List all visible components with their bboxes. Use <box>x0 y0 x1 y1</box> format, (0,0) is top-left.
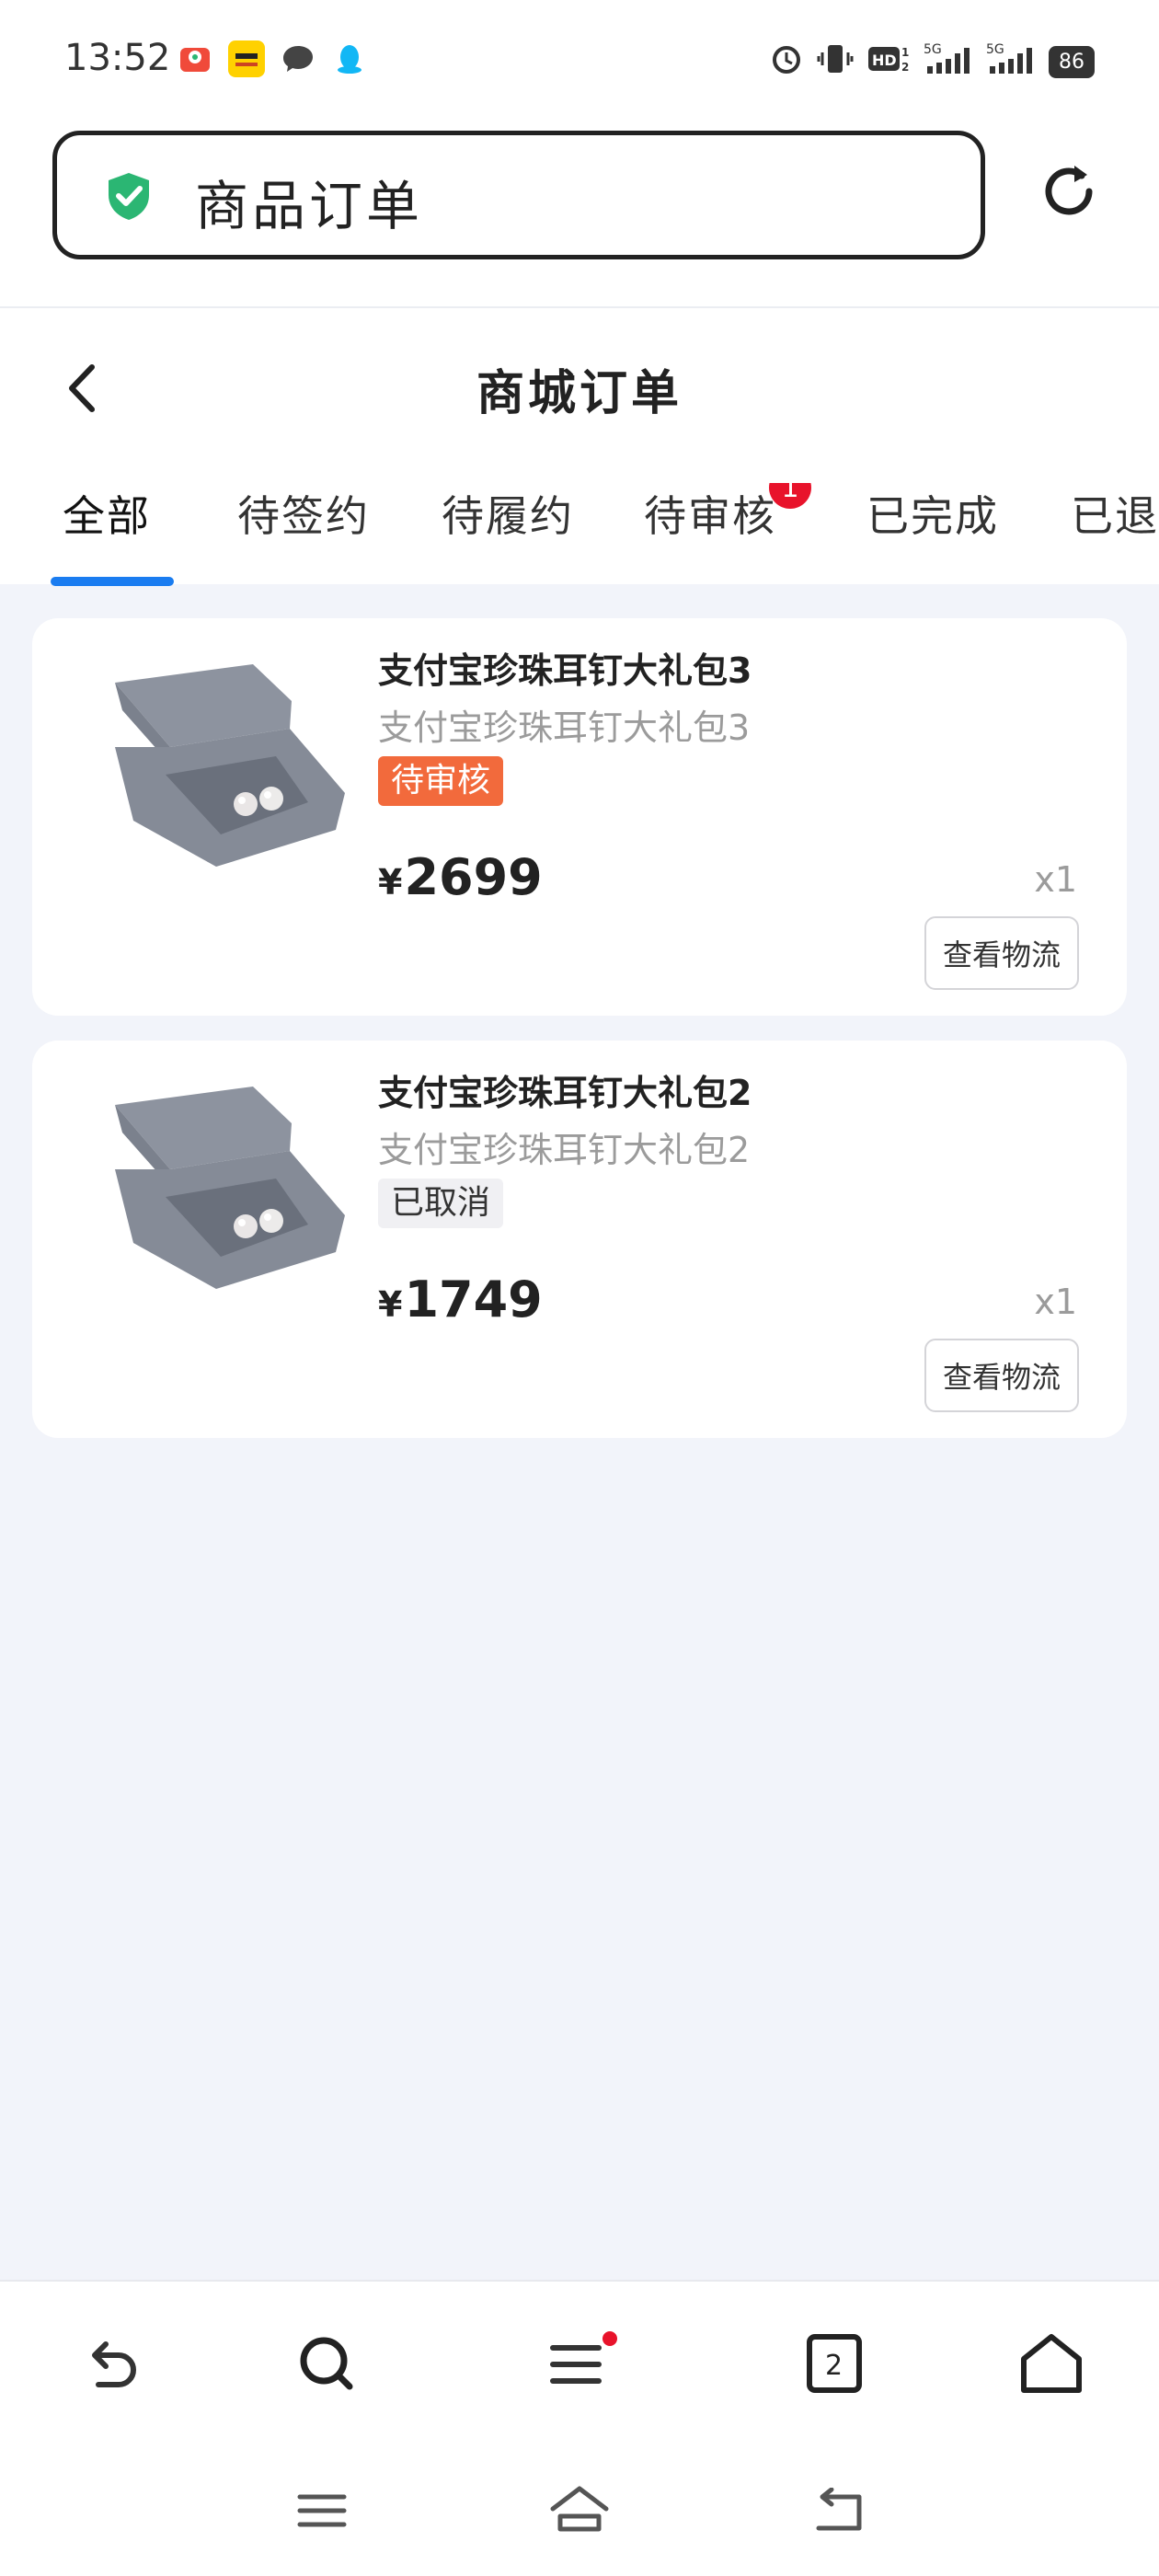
tab-pending-review[interactable]: 待审核 <box>644 483 776 544</box>
system-nav-bar <box>0 2445 1159 2576</box>
browser-toolbar: 2 <box>0 2280 1159 2447</box>
home-icon[interactable] <box>543 2478 616 2543</box>
tab-refunded[interactable]: 已退款 <box>1071 483 1159 544</box>
svg-text:5G: 5G <box>986 42 1004 57</box>
svg-text:5G: 5G <box>924 42 942 57</box>
status-time: 13:52 <box>64 37 171 79</box>
home-icon[interactable] <box>1010 2322 1093 2405</box>
menu-icon[interactable] <box>539 2322 622 2405</box>
url-field[interactable]: 商品订单 <box>52 131 985 259</box>
vibrate-icon <box>817 41 854 82</box>
svg-text:1: 1 <box>901 46 909 59</box>
order-price: ¥2699 <box>378 848 543 906</box>
active-tab-indicator <box>51 577 174 586</box>
view-logistics-button[interactable]: 查看物流 <box>924 1339 1079 1412</box>
url-text: 商品订单 <box>195 175 424 237</box>
reload-icon[interactable] <box>1036 158 1102 224</box>
5g-signal-icon: 5G <box>924 40 973 83</box>
product-image <box>115 1087 345 1289</box>
currency-symbol: ¥ <box>378 862 403 903</box>
currency-symbol: ¥ <box>378 1284 403 1325</box>
product-name: 支付宝珍珠耳钉大礼包2 <box>378 1073 752 1113</box>
order-quantity: x1 <box>1034 1282 1077 1322</box>
shield-check-icon <box>109 173 149 220</box>
status-system-icons: HD 1 2 5G 5G 86 <box>769 40 1095 83</box>
svg-text:2: 2 <box>901 61 909 74</box>
status-badge: 待审核 <box>378 756 504 806</box>
tab-count: 2 <box>825 2350 843 2382</box>
back-arrow-icon[interactable] <box>69 2322 152 2405</box>
tab-pending-sign[interactable]: 待签约 <box>237 483 370 544</box>
status-app-icons <box>177 40 368 77</box>
meituan-waimai-icon <box>177 40 213 77</box>
hd-icon: HD 1 2 <box>866 41 911 82</box>
screen: 13:52 HD 1 2 5G 5G 86 商品订单 商城订单 全部 待签约 待… <box>0 0 1159 2576</box>
price-value: 1749 <box>404 1271 543 1328</box>
status-bar: 13:52 HD 1 2 5G 5G 86 <box>0 0 1159 118</box>
chat-bubble-icon <box>280 40 316 77</box>
recent-apps-icon[interactable] <box>285 2478 359 2543</box>
order-quantity: x1 <box>1034 859 1077 900</box>
meituan-icon <box>228 40 265 77</box>
product-image <box>115 664 345 867</box>
price-value: 2699 <box>404 848 543 906</box>
tab-all[interactable]: 全部 <box>63 483 151 544</box>
order-tabs: 全部 待签约 待履约 待审核 1 已完成 已退款 <box>0 483 1159 584</box>
svg-text:HD: HD <box>872 52 897 69</box>
page-header: 商城订单 全部 待签约 待履约 待审核 1 已完成 已退款 <box>0 308 1159 586</box>
product-subtitle: 支付宝珍珠耳钉大礼包3 <box>378 707 751 748</box>
5g-signal-icon: 5G <box>986 40 1036 83</box>
tab-completed[interactable]: 已完成 <box>866 483 999 544</box>
tabs-icon[interactable]: 2 <box>793 2322 876 2405</box>
qq-icon <box>331 40 368 77</box>
page-title: 商城订单 <box>476 366 683 421</box>
order-card[interactable]: 支付宝珍珠耳钉大礼包2 支付宝珍珠耳钉大礼包2 已取消 ¥1749 x1 查看物… <box>32 1041 1127 1438</box>
alarm-icon <box>769 41 804 82</box>
product-subtitle: 支付宝珍珠耳钉大礼包2 <box>378 1130 751 1170</box>
battery-icon: 86 <box>1049 45 1095 78</box>
order-card[interactable]: 支付宝珍珠耳钉大礼包3 支付宝珍珠耳钉大礼包3 待审核 ¥2699 x1 查看物… <box>32 618 1127 1016</box>
browser-url-bar: 商品订单 <box>0 118 1159 308</box>
status-badge: 已取消 <box>378 1179 504 1228</box>
product-name: 支付宝珍珠耳钉大礼包3 <box>378 650 752 691</box>
tab-pending-fulfill[interactable]: 待履约 <box>442 483 574 544</box>
search-icon[interactable] <box>285 2322 368 2405</box>
view-logistics-button[interactable]: 查看物流 <box>924 916 1079 990</box>
back-icon[interactable] <box>802 2478 876 2543</box>
order-price: ¥1749 <box>378 1271 543 1328</box>
